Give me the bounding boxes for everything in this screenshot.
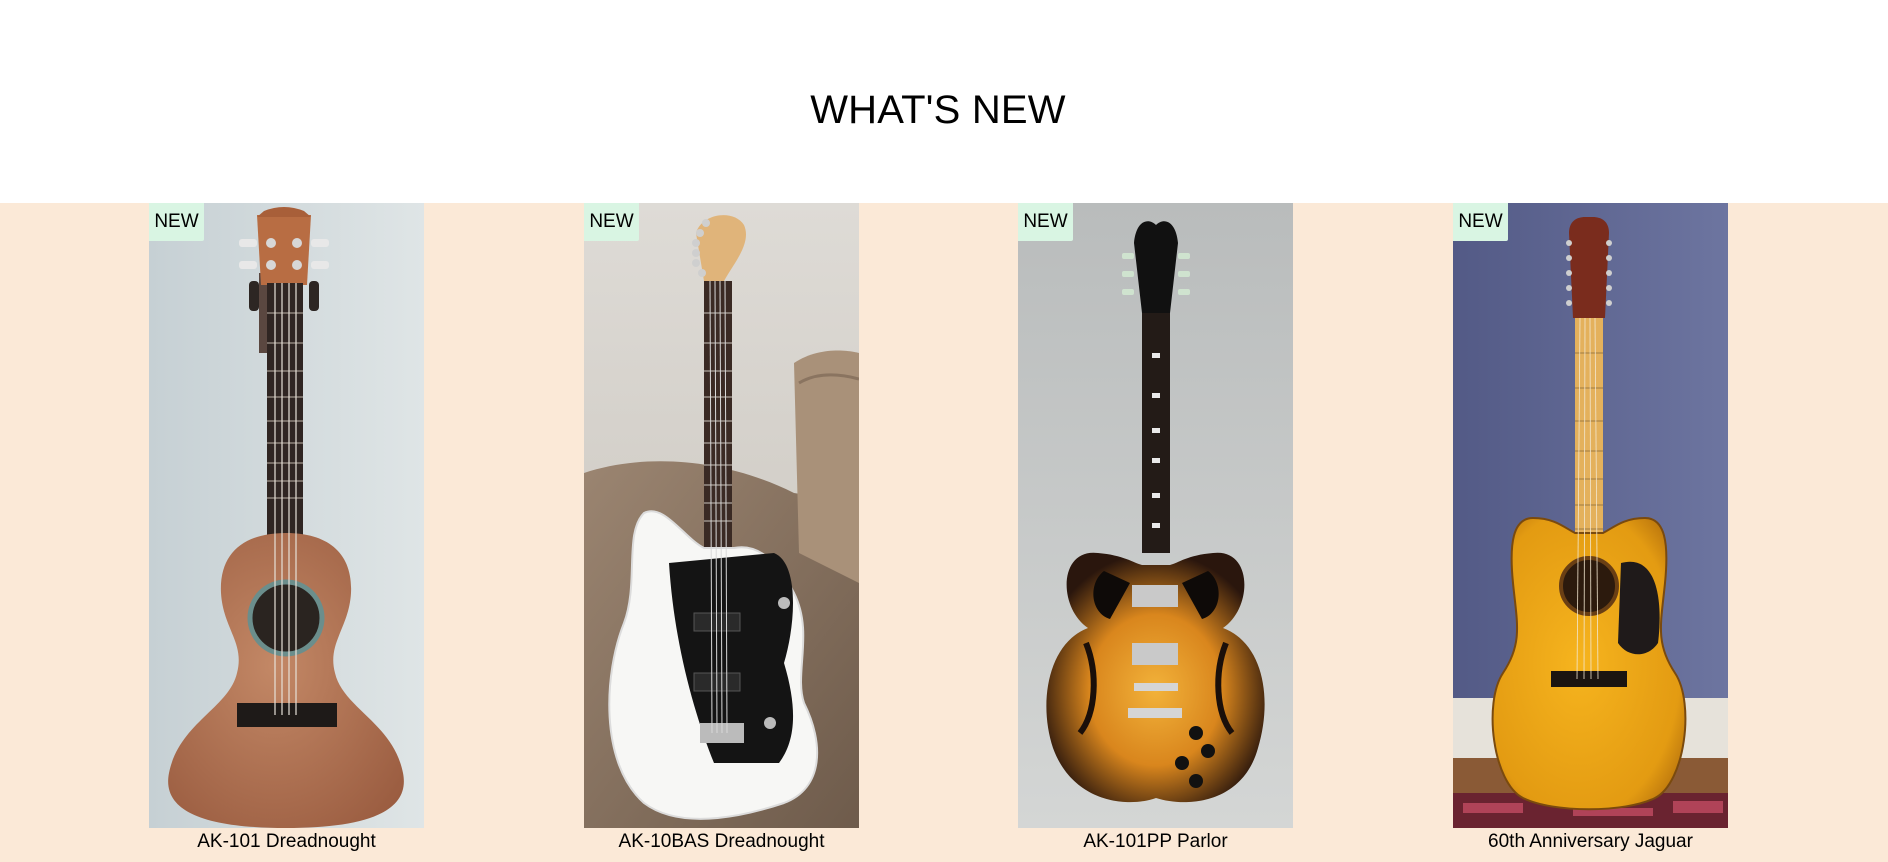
- new-badge: NEW: [584, 203, 639, 241]
- product-image-acoustic-guitar[interactable]: [1453, 203, 1728, 828]
- product-name[interactable]: AK-101 Dreadnought: [109, 830, 464, 854]
- product-name[interactable]: AK-101PP Parlor: [978, 830, 1333, 854]
- product-image-electric-guitar[interactable]: [584, 203, 859, 828]
- new-badge: NEW: [1018, 203, 1073, 241]
- section-title: WHAT'S NEW: [810, 88, 1066, 132]
- product-name[interactable]: AK-10BAS Dreadnought: [544, 830, 899, 854]
- section-header: WHAT'S NEW: [0, 0, 1888, 203]
- product-grid: NEW AK-101 Dreadnought NEW AK-10BAS Drea…: [0, 203, 1888, 862]
- product-image-semi-hollow-guitar[interactable]: [1018, 203, 1293, 828]
- product-card[interactable]: NEW AK-101 Dreadnought: [149, 203, 424, 862]
- product-card[interactable]: NEW 60th Anniversary Jaguar: [1453, 203, 1728, 862]
- new-badge: NEW: [149, 203, 204, 241]
- product-name[interactable]: 60th Anniversary Jaguar: [1413, 830, 1768, 854]
- new-badge: NEW: [1453, 203, 1508, 241]
- product-image-ukulele[interactable]: [149, 203, 424, 828]
- product-card[interactable]: NEW AK-10BAS Dreadnought: [584, 203, 859, 862]
- product-card[interactable]: NEW AK-101PP Parlor: [1018, 203, 1293, 862]
- page: WHAT'S NEW NEW AK-101 Dreadnought NEW AK…: [0, 0, 1888, 862]
